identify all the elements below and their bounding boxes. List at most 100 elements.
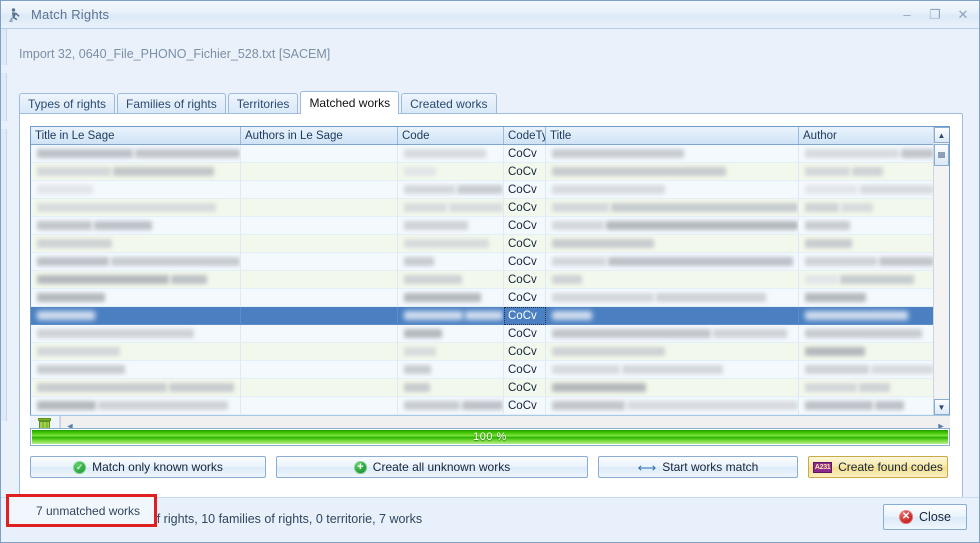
table-cell[interactable] bbox=[31, 361, 241, 379]
table-cell[interactable] bbox=[398, 163, 504, 181]
table-row[interactable]: CoCv bbox=[31, 307, 949, 325]
table-cell[interactable] bbox=[31, 163, 241, 181]
table-cell[interactable] bbox=[241, 271, 398, 289]
table-cell[interactable] bbox=[31, 271, 241, 289]
vertical-scroll-track[interactable] bbox=[933, 166, 949, 399]
table-cell[interactable]: CoCv bbox=[504, 217, 546, 235]
grid-body[interactable]: CoCv CoCv CoCv CoCv CoCv CoCv CoCv CoCv CoCv CoCv… bbox=[31, 145, 949, 415]
table-cell[interactable]: CoCv bbox=[504, 343, 546, 361]
table-cell[interactable] bbox=[546, 145, 799, 163]
table-cell[interactable] bbox=[31, 289, 241, 307]
table-cell[interactable] bbox=[398, 217, 504, 235]
table-cell[interactable] bbox=[546, 253, 799, 271]
table-cell[interactable] bbox=[398, 145, 504, 163]
table-row[interactable]: CoCv bbox=[31, 361, 949, 379]
grid-column-header-code[interactable]: Code bbox=[398, 127, 504, 144]
table-cell[interactable] bbox=[398, 271, 504, 289]
table-cell[interactable] bbox=[31, 235, 241, 253]
grid-column-header-title[interactable]: Title bbox=[546, 127, 799, 144]
table-cell[interactable] bbox=[241, 361, 398, 379]
maximize-button[interactable]: ❐ bbox=[921, 5, 949, 25]
table-cell[interactable] bbox=[799, 181, 935, 199]
table-cell[interactable] bbox=[546, 163, 799, 181]
table-cell[interactable] bbox=[241, 253, 398, 271]
table-cell[interactable] bbox=[799, 397, 935, 415]
table-cell[interactable] bbox=[799, 289, 935, 307]
table-row[interactable]: CoCv bbox=[31, 217, 949, 235]
minimize-button[interactable]: – bbox=[893, 5, 921, 25]
table-cell[interactable] bbox=[31, 145, 241, 163]
table-cell[interactable] bbox=[398, 253, 504, 271]
table-cell[interactable] bbox=[799, 217, 935, 235]
table-cell[interactable] bbox=[398, 343, 504, 361]
table-cell[interactable]: CoCv bbox=[504, 163, 546, 181]
grid-column-header-title-in-le-sage[interactable]: Title in Le Sage bbox=[31, 127, 241, 144]
table-cell[interactable] bbox=[546, 199, 799, 217]
table-cell[interactable] bbox=[799, 253, 935, 271]
tab-created-works[interactable]: Created works bbox=[401, 93, 497, 113]
table-row[interactable]: CoCv bbox=[31, 289, 949, 307]
create-all-unknown-works-button[interactable]: + Create all unknown works bbox=[276, 456, 588, 478]
table-cell[interactable] bbox=[398, 181, 504, 199]
table-cell[interactable] bbox=[241, 145, 398, 163]
table-cell[interactable] bbox=[799, 379, 935, 397]
table-cell[interactable] bbox=[546, 271, 799, 289]
table-row[interactable]: CoCv bbox=[31, 235, 949, 253]
table-cell[interactable] bbox=[31, 379, 241, 397]
table-cell[interactable] bbox=[398, 397, 504, 415]
table-cell[interactable] bbox=[546, 307, 799, 325]
tab-families-of-rights[interactable]: Families of rights bbox=[117, 93, 226, 113]
tab-types-of-rights[interactable]: Types of rights bbox=[19, 93, 116, 113]
grid-vertical-scrollbar[interactable]: ▲ ▼ bbox=[933, 127, 949, 415]
table-cell[interactable] bbox=[546, 235, 799, 253]
table-cell[interactable]: CoCv bbox=[504, 325, 546, 343]
start-works-match-button[interactable]: ⟷ Start works match bbox=[598, 456, 798, 478]
table-cell[interactable] bbox=[546, 397, 799, 415]
table-cell[interactable] bbox=[546, 181, 799, 199]
table-cell[interactable]: CoCv bbox=[504, 199, 546, 217]
table-cell[interactable]: CoCv bbox=[504, 361, 546, 379]
table-cell[interactable] bbox=[398, 379, 504, 397]
table-cell[interactable] bbox=[241, 163, 398, 181]
table-cell[interactable] bbox=[546, 343, 799, 361]
table-cell[interactable] bbox=[31, 325, 241, 343]
table-row[interactable]: CoCv bbox=[31, 379, 949, 397]
table-row[interactable]: CoCv bbox=[31, 145, 949, 163]
window-close-button[interactable]: ✕ bbox=[949, 5, 977, 25]
table-cell[interactable] bbox=[799, 235, 935, 253]
table-row[interactable]: CoCv bbox=[31, 397, 949, 415]
table-cell[interactable] bbox=[241, 397, 398, 415]
scroll-up-button[interactable]: ▲ bbox=[933, 127, 949, 143]
table-cell[interactable]: CoCv bbox=[504, 271, 546, 289]
table-cell[interactable] bbox=[799, 199, 935, 217]
scroll-down-button[interactable]: ▼ bbox=[933, 399, 949, 415]
table-cell[interactable] bbox=[31, 343, 241, 361]
table-cell[interactable] bbox=[31, 199, 241, 217]
matched-works-grid[interactable]: Title in Le Sage Authors in Le Sage Code Co… bbox=[30, 126, 950, 416]
table-cell[interactable]: CoCv bbox=[504, 235, 546, 253]
table-row[interactable]: CoCv bbox=[31, 325, 949, 343]
table-cell[interactable] bbox=[546, 379, 799, 397]
table-cell[interactable]: CoCv bbox=[504, 253, 546, 271]
table-cell[interactable] bbox=[241, 199, 398, 217]
table-row[interactable]: CoCv bbox=[31, 181, 949, 199]
table-cell[interactable]: CoCv bbox=[504, 379, 546, 397]
table-row[interactable]: CoCv bbox=[31, 343, 949, 361]
table-cell[interactable] bbox=[398, 361, 504, 379]
table-row[interactable]: CoCv bbox=[31, 253, 949, 271]
table-cell[interactable] bbox=[241, 181, 398, 199]
table-cell[interactable] bbox=[546, 325, 799, 343]
table-cell[interactable] bbox=[241, 217, 398, 235]
table-cell[interactable] bbox=[398, 307, 504, 325]
table-cell[interactable] bbox=[398, 289, 504, 307]
create-found-codes-button[interactable]: A231 Create found codes bbox=[808, 456, 948, 478]
table-cell[interactable] bbox=[799, 361, 935, 379]
table-cell[interactable] bbox=[799, 325, 935, 343]
table-cell[interactable] bbox=[546, 217, 799, 235]
table-cell[interactable]: CoCv bbox=[504, 397, 546, 415]
vertical-scroll-thumb[interactable] bbox=[934, 144, 949, 166]
table-cell[interactable]: CoCv bbox=[504, 289, 546, 307]
table-cell[interactable] bbox=[241, 235, 398, 253]
table-cell[interactable] bbox=[31, 397, 241, 415]
table-cell[interactable]: CoCv bbox=[504, 145, 546, 163]
